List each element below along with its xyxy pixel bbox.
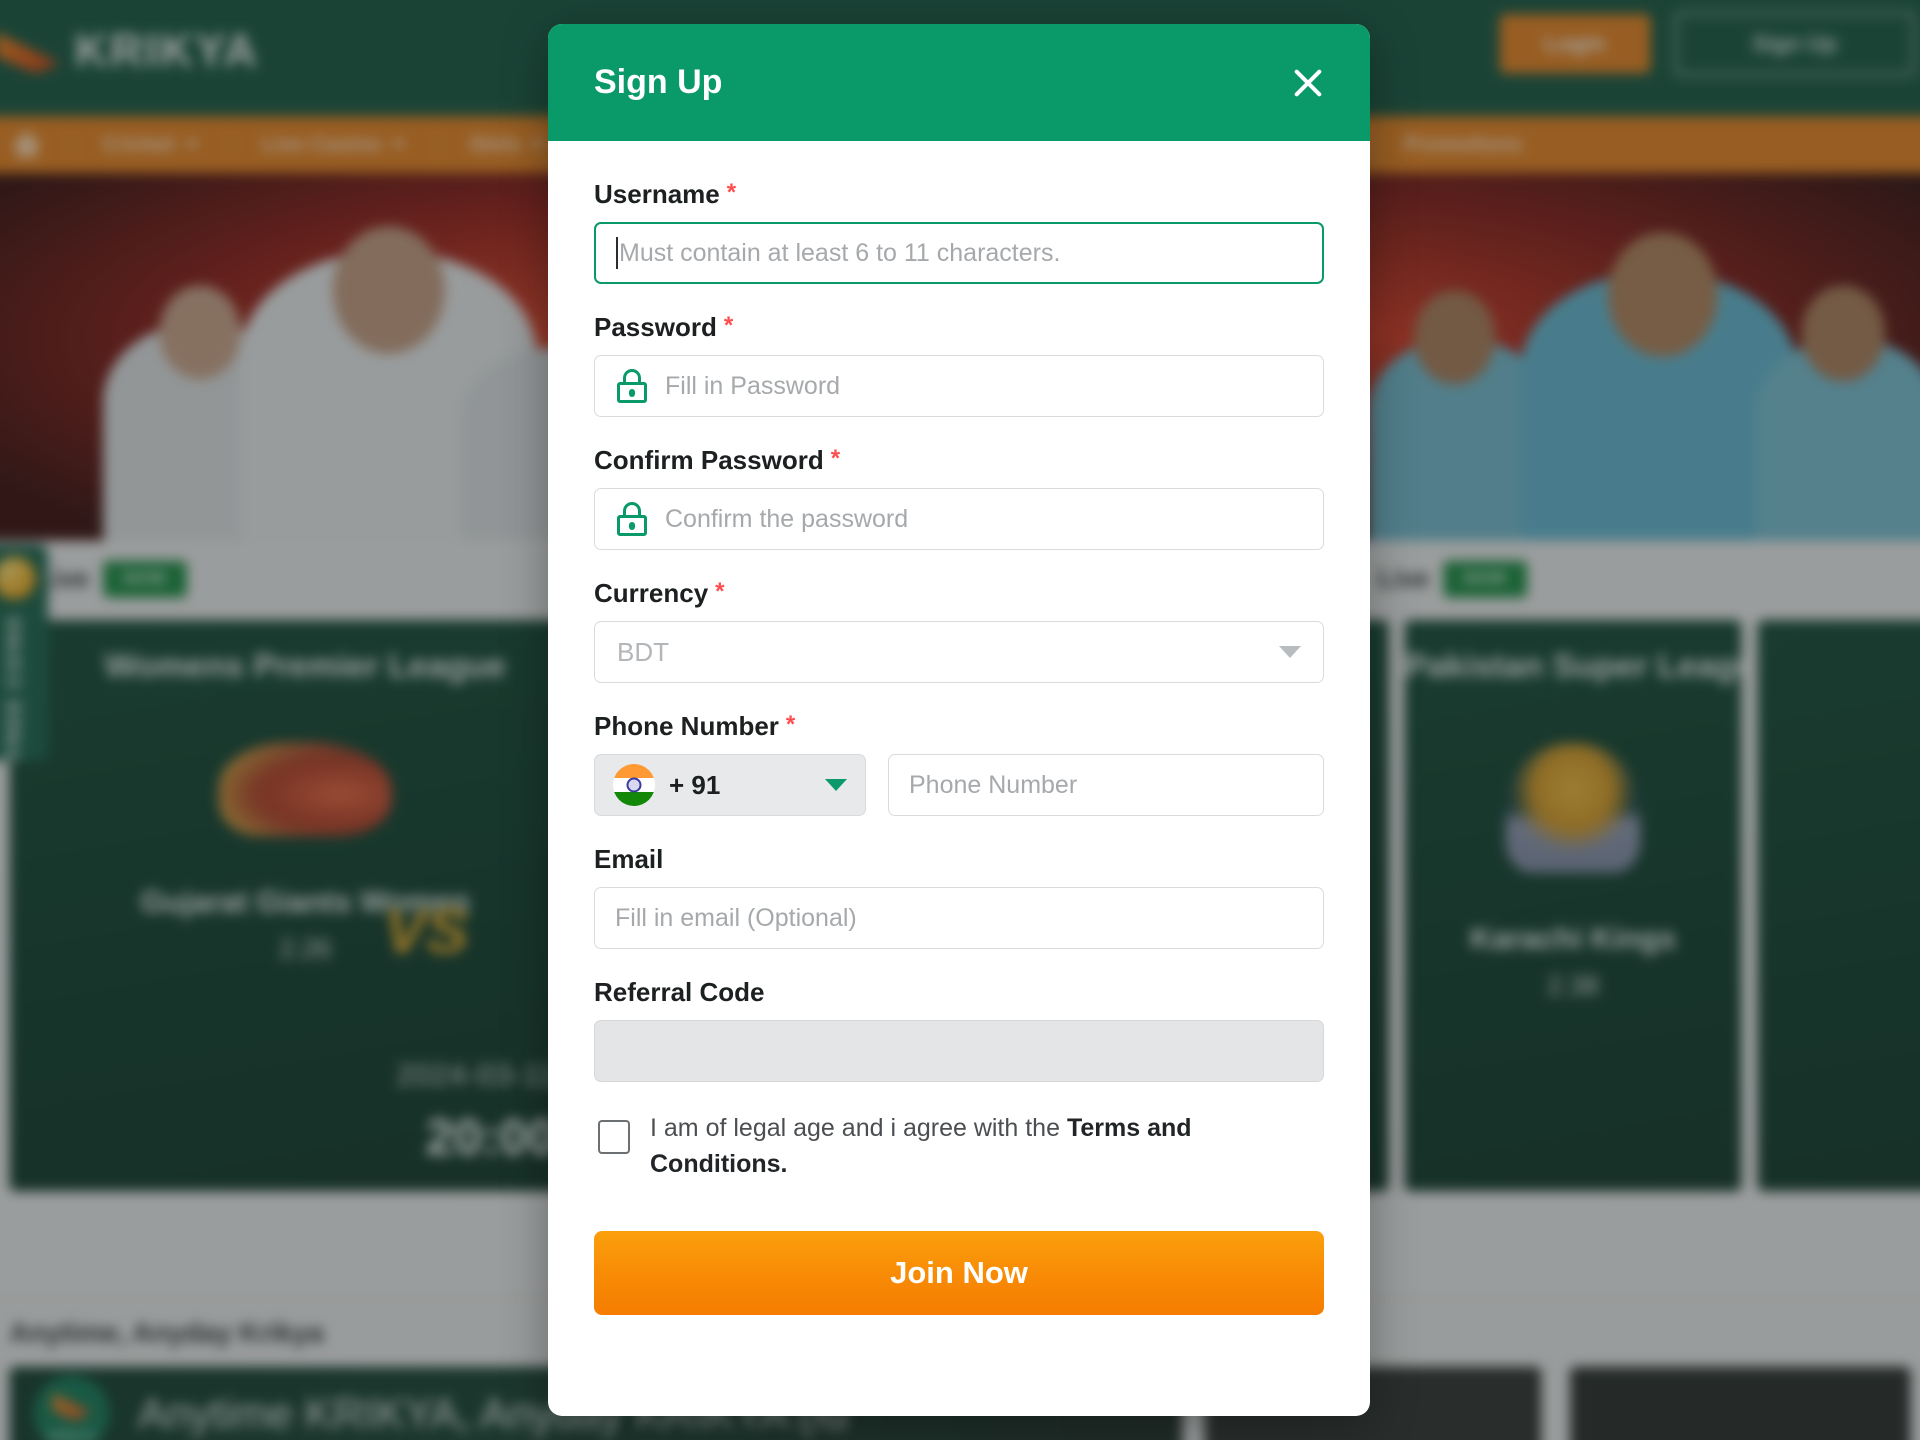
lock-icon: [615, 501, 649, 537]
modal-body: Username * Must contain at least 6 to 11…: [548, 141, 1370, 1315]
username-input[interactable]: Must contain at least 6 to 11 characters…: [594, 222, 1324, 284]
currency-label: Currency *: [594, 578, 1324, 609]
phone-row: + 91 Phone Number: [594, 754, 1324, 816]
email-placeholder: Fill in email (Optional): [615, 903, 857, 932]
terms-prefix: I am of legal age and i agree with the: [650, 1114, 1067, 1142]
close-icon[interactable]: [1286, 61, 1330, 105]
label-text: Currency: [594, 578, 709, 608]
referral-label: Referral Code: [594, 977, 1324, 1008]
confirm-password-input[interactable]: Confirm the password: [594, 488, 1324, 550]
label-text: Phone Number: [594, 711, 779, 741]
referral-code-input[interactable]: [594, 1020, 1324, 1082]
email-input[interactable]: Fill in email (Optional): [594, 887, 1324, 949]
terms-checkbox[interactable]: [598, 1120, 630, 1154]
country-code-select[interactable]: + 91: [594, 754, 866, 816]
password-placeholder: Fill in Password: [665, 371, 841, 400]
signup-modal: Sign Up Username * Must contain at least…: [548, 24, 1370, 1416]
label-text: Confirm Password: [594, 445, 824, 475]
field-phone: Phone Number * + 91 Phone Number: [594, 711, 1324, 816]
label-text: Email: [594, 844, 664, 874]
field-confirm-password: Confirm Password * Confirm the password: [594, 445, 1324, 550]
currency-value: BDT: [617, 636, 669, 667]
dial-code: + 91: [669, 769, 721, 800]
required-asterisk: *: [715, 578, 725, 605]
required-asterisk: *: [830, 445, 841, 472]
required-asterisk: *: [723, 312, 734, 339]
modal-header: Sign Up: [548, 24, 1370, 141]
username-label: Username *: [594, 179, 1324, 210]
india-flag-icon: [613, 764, 655, 806]
lock-icon: [615, 368, 649, 404]
label-text: Username: [594, 179, 720, 209]
confirm-password-label: Confirm Password *: [594, 445, 1324, 476]
confirm-password-placeholder: Confirm the password: [665, 504, 909, 533]
screen: KRIKYA Login Sign Up Cricket Live Casino…: [0, 0, 1920, 1440]
field-currency: Currency * BDT: [594, 578, 1324, 683]
field-password: Password * Fill in Password: [594, 312, 1324, 417]
phone-number-input[interactable]: Phone Number: [888, 754, 1324, 816]
chevron-down-icon: [1279, 646, 1301, 658]
join-now-button[interactable]: Join Now: [594, 1230, 1324, 1315]
password-label: Password *: [594, 312, 1324, 343]
email-label: Email: [594, 844, 1324, 875]
field-referral: Referral Code: [594, 977, 1324, 1082]
label-text: Referral Code: [594, 977, 765, 1007]
required-asterisk: *: [785, 711, 796, 738]
terms-row: I am of legal age and i agree with the T…: [594, 1110, 1324, 1183]
text-caret: [616, 237, 618, 269]
currency-select[interactable]: BDT: [594, 621, 1324, 683]
field-email: Email Fill in email (Optional): [594, 844, 1324, 949]
field-username: Username * Must contain at least 6 to 11…: [594, 179, 1324, 284]
modal-title: Sign Up: [594, 63, 723, 101]
phone-label: Phone Number *: [594, 711, 1324, 742]
chevron-down-icon: [825, 779, 847, 791]
phone-placeholder: Phone Number: [909, 770, 1078, 799]
terms-text: I am of legal age and i agree with the T…: [650, 1110, 1290, 1183]
label-text: Password: [594, 312, 717, 342]
required-asterisk: *: [726, 179, 737, 206]
username-placeholder: Must contain at least 6 to 11 characters…: [619, 238, 1061, 267]
password-input[interactable]: Fill in Password: [594, 355, 1324, 417]
